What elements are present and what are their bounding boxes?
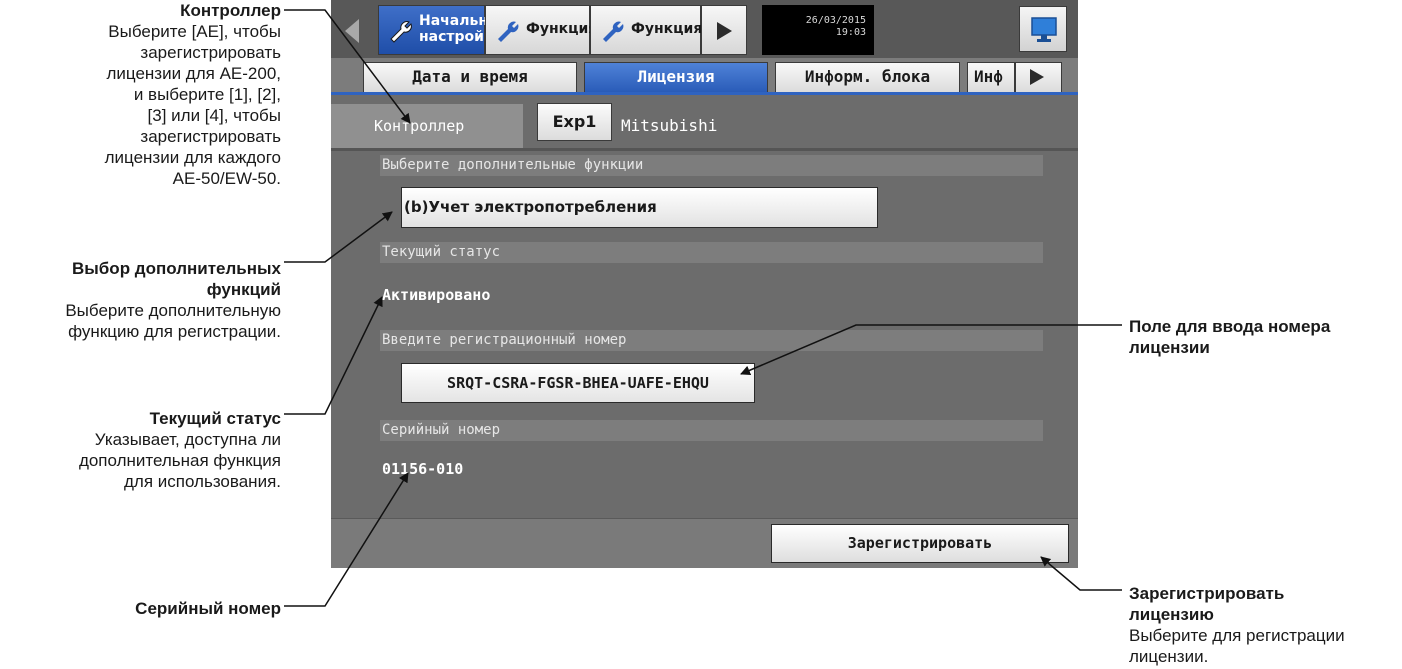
callout-title: Серийный номер: [135, 599, 281, 618]
callout-title: функций: [206, 280, 281, 299]
callout-line: Выберите [AE], чтобы: [108, 22, 281, 41]
callout-title: лицензию: [1129, 605, 1214, 624]
monitor-icon: [1031, 17, 1057, 42]
device-screen: Начальн. настройки Функция1 Функция2 26/…: [331, 0, 1078, 568]
callout-line: зарегистрировать: [140, 43, 281, 62]
next-subtab-button[interactable]: [1015, 62, 1062, 92]
section-enter-number: Введите регистрационный номер: [380, 330, 1043, 351]
callout-line: AE-50/EW-50.: [172, 169, 281, 188]
callout-line: Указывает, доступна ли: [94, 430, 281, 449]
controller-row: Контроллер Exp1 Mitsubishi: [331, 98, 1078, 148]
play-arrow-icon: [717, 22, 732, 40]
wrench-icon: [498, 21, 519, 42]
status-value: Активировано: [382, 286, 491, 304]
controller-label: Контроллер: [331, 104, 523, 148]
callout-line: дополнительная функция: [78, 451, 281, 470]
section-select-functions: Выберите дополнительные функции: [380, 155, 1043, 176]
clock-time: 19:03: [835, 27, 866, 38]
callout-title: Поле для ввода номера: [1129, 317, 1331, 336]
callout-line: Выберите дополнительную: [65, 301, 281, 320]
top-menu-bar: Начальн. настройки Функция1 Функция2 26/…: [331, 0, 1078, 58]
callout-line: зарегистрировать: [140, 127, 281, 146]
register-button[interactable]: Зарегистрировать: [771, 524, 1069, 563]
wrench-icon: [390, 21, 412, 43]
callout-line: лицензии.: [1129, 647, 1209, 666]
play-arrow-icon: [1030, 69, 1044, 85]
monitor-button[interactable]: [1019, 6, 1067, 52]
bottom-bar: Зарегистрировать: [331, 518, 1078, 568]
callout-serial-number: Серийный номер: [0, 598, 281, 619]
tab-date-time[interactable]: Дата и время: [363, 62, 577, 92]
callout-line: функцию для регистрации.: [68, 322, 281, 341]
callout-license-field: Поле для ввода номера лицензии: [1129, 316, 1399, 358]
tab-function2[interactable]: Функция2: [590, 5, 712, 55]
tab-label: Функция2: [631, 21, 713, 37]
section-serial-number: Серийный номер: [380, 420, 1043, 441]
clock-display: 26/03/2015 19:03: [762, 5, 874, 55]
clock-date: 26/03/2015: [805, 15, 866, 26]
callout-line: и выберите [1], [2],: [133, 85, 281, 104]
callout-line: лицензии для каждого: [104, 148, 281, 167]
tab-label: Начальн. настройки: [419, 13, 504, 45]
callout-line: для использования.: [124, 472, 281, 491]
callout-current-status: Текущий статус Указывает, доступна ли до…: [0, 408, 281, 492]
divider: [331, 148, 1078, 151]
tab-more[interactable]: Инф: [967, 62, 1015, 92]
controller-name: Mitsubishi: [621, 116, 718, 135]
tab-license[interactable]: Лицензия: [584, 62, 768, 92]
callout-register: Зарегистрировать лицензию Выберите для р…: [1129, 583, 1402, 667]
license-number-field[interactable]: SRQT-CSRA-FGSR-BHEA-UAFE-EHQU: [401, 363, 755, 403]
callout-controller: Контроллер Выберите [AE], чтобы зарегист…: [0, 0, 281, 189]
callout-title: Зарегистрировать: [1129, 584, 1285, 603]
tab-function1[interactable]: Функция1: [485, 5, 607, 55]
callout-title: лицензии: [1129, 338, 1210, 357]
tab-initial-settings[interactable]: Начальн. настройки: [378, 5, 504, 55]
next-tabs-button[interactable]: [701, 5, 747, 55]
callout-line: [3] или [4], чтобы: [147, 106, 281, 125]
callout-title: Текущий статус: [149, 409, 281, 428]
callout-option-select: Выбор дополнительных функций Выберите до…: [0, 258, 281, 342]
scroll-left-icon[interactable]: [345, 19, 359, 43]
callout-line: лицензии для AE-200,: [106, 64, 281, 83]
tab-unit-info[interactable]: Информ. блока: [775, 62, 960, 92]
section-current-status: Текущий статус: [380, 242, 1043, 263]
callout-title: Выбор дополнительных: [72, 259, 281, 278]
serial-number-value: 01156-010: [382, 460, 464, 478]
function-select-button[interactable]: (b)Учет электропотребления: [401, 187, 878, 228]
wrench-icon: [603, 21, 624, 42]
callout-title: Контроллер: [180, 1, 281, 20]
callout-line: Выберите для регистрации: [1129, 626, 1345, 645]
sub-tab-bar: Дата и время Лицензия Информ. блока Инф: [331, 58, 1078, 95]
controller-select-button[interactable]: Exp1: [537, 103, 612, 141]
